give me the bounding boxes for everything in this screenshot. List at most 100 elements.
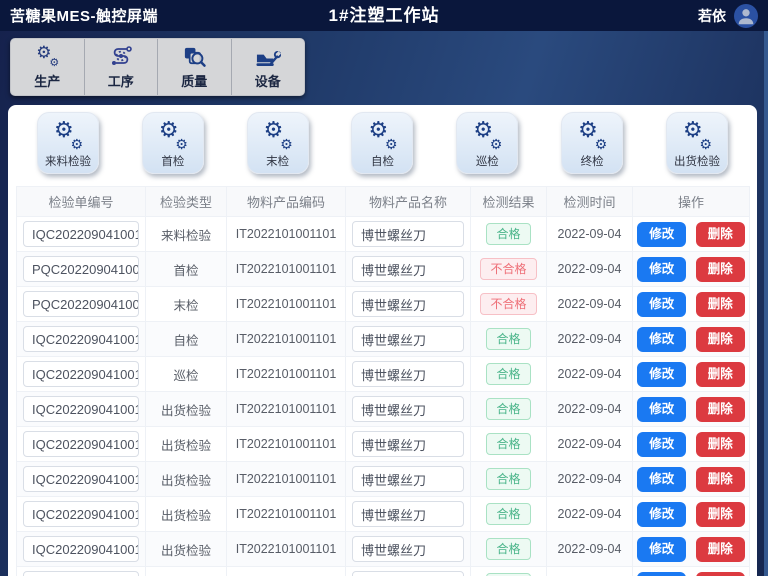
tab-label: 出货检验 [674,153,720,169]
material-name-field[interactable]: 博世螺丝刀 [352,361,464,387]
order-no-field[interactable]: IQC202209041001 [23,466,139,492]
inspect-time-cell: 2022-09-04 [547,287,633,322]
tab-first-inspection[interactable]: ⚙⚙ 首检 [142,112,204,174]
toolbar-item-production[interactable]: ⚙⚙ 生产 [11,39,85,95]
equipment-wrench-icon [255,44,281,70]
edit-button[interactable]: 修改 [637,537,686,562]
edit-button[interactable]: 修改 [637,502,686,527]
order-no-field[interactable]: IQC202209041001 [23,431,139,457]
gears-icon: ⚙⚙ [367,122,397,150]
material-name-field[interactable]: 博世螺丝刀 [352,536,464,562]
topbar: 苦糖果MES-触控屏端 1#注塑工作站 若依 [0,0,768,31]
edit-button[interactable]: 修改 [637,467,686,492]
order-no-field[interactable]: PQC202209041001 [23,291,139,317]
material-name-field[interactable]: 博世螺丝刀 [352,466,464,492]
result-badge: 合格 [486,223,530,245]
material-code-cell: IT2022101001101 [227,392,346,427]
inspect-type-cell: 自检 [146,322,227,357]
material-name-field[interactable]: 博世螺丝刀 [352,431,464,457]
person-icon [735,5,757,27]
order-no-field[interactable]: IQC202209041001 [23,571,139,576]
material-name-field[interactable]: 博世螺丝刀 [352,396,464,422]
edit-button[interactable]: 修改 [637,327,686,352]
delete-button[interactable]: 删除 [696,292,745,317]
order-no-field[interactable]: IQC202209041001 [23,536,139,562]
process-route-icon [108,44,134,70]
gears-icon: ⚙⚙ [577,122,607,150]
toolbar-item-equipment[interactable]: 设备 [232,39,305,95]
tab-last-inspection[interactable]: ⚙⚙ 末检 [247,112,309,174]
order-no-field[interactable]: IQC202209041001 [23,501,139,527]
material-name-field[interactable]: 博世螺丝刀 [352,501,464,527]
edit-button[interactable]: 修改 [637,432,686,457]
inspect-type-cell: 来料检验 [146,217,227,252]
edit-button[interactable]: 修改 [637,257,686,282]
result-badge: 合格 [486,433,530,455]
delete-button[interactable]: 删除 [696,572,745,576]
toolbar-item-label: 质量 [181,71,207,90]
tab-label: 来料检验 [45,153,91,169]
edit-button[interactable]: 修改 [637,362,686,387]
user-area[interactable]: 若依 [698,4,758,28]
module-toolbar: ⚙⚙ 生产 工序 [10,38,305,96]
result-badge: 不合格 [480,258,536,280]
inspect-time-cell: 2022-09-04 [547,497,633,532]
material-name-field[interactable]: 博世螺丝刀 [352,326,464,352]
toolbar-item-process[interactable]: 工序 [85,39,159,95]
edit-button[interactable]: 修改 [637,292,686,317]
inspect-type-cell: 出货检验 [146,427,227,462]
table-row: IQC202209041001 来料检验 IT2022101001101 博世螺… [17,217,750,252]
inspect-type-cell: 末检 [146,287,227,322]
delete-button[interactable]: 删除 [696,222,745,247]
username: 若依 [698,6,726,26]
order-no-field[interactable]: IQC202209041001 [23,221,139,247]
table-row: IQC202209041001 出货检验 IT2022101001101 博世螺… [17,532,750,567]
inspection-table: 检验单编号 检验类型 物料产品编码 物料产品名称 检测结果 检测时间 操作 IQ… [16,186,749,576]
col-header-material-name: 物料产品名称 [346,187,471,217]
table-row: PQC202209041001 首检 IT2022101001101 博世螺丝刀… [17,252,750,287]
delete-button[interactable]: 删除 [696,467,745,492]
delete-button[interactable]: 删除 [696,257,745,282]
toolbar-item-label: 生产 [34,71,60,90]
inspect-type-cell: 出货检验 [146,392,227,427]
gears-icon: ⚙⚙ [158,122,188,150]
tab-patrol-inspection[interactable]: ⚙⚙ 巡检 [456,112,518,174]
mes-touch-screen: 苦糖果MES-触控屏端 1#注塑工作站 若依 ⚙⚙ 生产 [0,0,768,576]
edit-button[interactable]: 修改 [637,222,686,247]
order-no-field[interactable]: IQC202209041001 [23,361,139,387]
station-title: 1#注塑工作站 [329,0,440,31]
tab-incoming-inspection[interactable]: ⚙⚙ 来料检验 [37,112,99,174]
edit-button[interactable]: 修改 [637,397,686,422]
material-name-field[interactable]: 博世螺丝刀 [352,256,464,282]
delete-button[interactable]: 删除 [696,397,745,422]
order-no-field[interactable]: PQC202209041001 [23,256,139,282]
material-code-cell: IT2022101001101 [227,217,346,252]
table-row: IQC202209041001 出货检验 IT2022101001101 博世螺… [17,462,750,497]
order-no-field[interactable]: IQC202209041001 [23,326,139,352]
table-row: IQC202209041001 出货检验 IT2022101001101 博世螺… [17,392,750,427]
material-name-field[interactable]: 博世螺丝刀 [352,291,464,317]
vertical-scrollbar[interactable] [764,31,768,576]
delete-button[interactable]: 删除 [696,502,745,527]
inspect-time-cell: 2022-09-04 [547,462,633,497]
material-code-cell: IT2022101001101 [227,567,346,576]
tab-self-inspection[interactable]: ⚙⚙ 自检 [351,112,413,174]
table-row: IQC202209041001 出货检验 IT2022101001101 博世螺… [17,497,750,532]
user-avatar-icon[interactable] [734,4,758,28]
tab-label: 自检 [371,153,394,169]
delete-button[interactable]: 删除 [696,432,745,457]
col-header-time: 检测时间 [547,187,633,217]
tab-final-inspection[interactable]: ⚙⚙ 终检 [561,112,623,174]
material-code-cell: IT2022101001101 [227,427,346,462]
table-row: IQC202209041001 出货检验 IT2022101001101 博世螺… [17,567,750,576]
material-name-field[interactable]: 博世螺丝刀 [352,571,464,576]
result-badge: 合格 [486,328,530,350]
order-no-field[interactable]: IQC202209041001 [23,396,139,422]
delete-button[interactable]: 删除 [696,537,745,562]
delete-button[interactable]: 删除 [696,362,745,387]
material-name-field[interactable]: 博世螺丝刀 [352,221,464,247]
tab-outgoing-inspection[interactable]: ⚙⚙ 出货检验 [666,112,728,174]
edit-button[interactable]: 修改 [637,572,686,576]
delete-button[interactable]: 删除 [696,327,745,352]
toolbar-item-quality[interactable]: 质量 [158,39,232,95]
